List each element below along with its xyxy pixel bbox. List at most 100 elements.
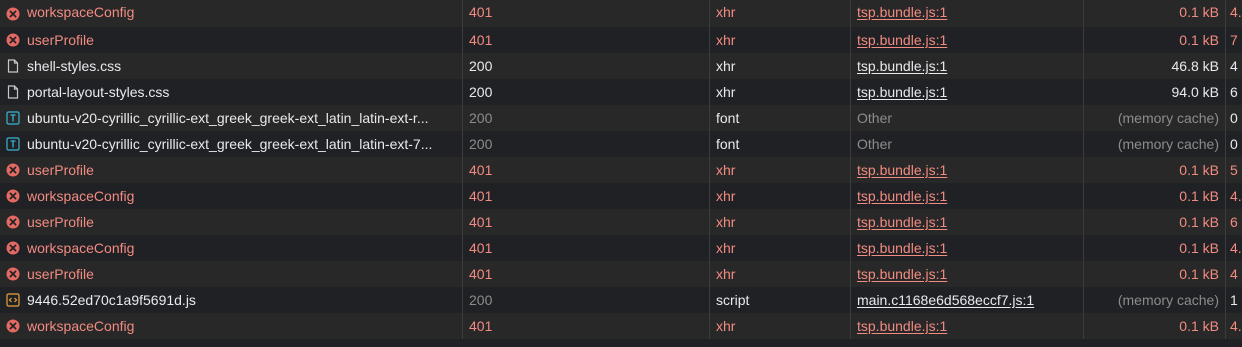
column-divider — [1225, 131, 1226, 157]
status-code: 401 — [469, 240, 493, 256]
request-name-cell[interactable]: workspaceConfig — [0, 0, 462, 27]
request-row[interactable]: shell-styles.css 200 xhr tsp.bundle.js:1 46.… — [0, 53, 1242, 79]
request-name: portal-layout-styles.css — [27, 84, 170, 100]
column-divider — [1225, 235, 1226, 261]
column-divider — [850, 27, 851, 53]
request-name: ubuntu-v20-cyrillic_cyrillic-ext_greek_g… — [27, 110, 429, 126]
initiator-link[interactable]: tsp.bundle.js:1 — [851, 157, 1083, 183]
request-type: xhr — [716, 162, 736, 178]
initiator-link[interactable]: tsp.bundle.js:1 — [851, 27, 1083, 53]
request-name-cell[interactable]: userProfile — [0, 209, 462, 235]
column-divider — [1225, 157, 1226, 183]
transfer-size: 0.1 kB — [1179, 318, 1219, 334]
column-divider — [850, 131, 851, 157]
error-icon — [6, 241, 20, 255]
font-icon — [6, 111, 20, 125]
column-divider — [850, 209, 851, 235]
request-name-cell[interactable]: 9446.52ed70c1a9f5691d.js — [0, 287, 462, 313]
initiator-link[interactable]: tsp.bundle.js:1 — [851, 0, 1083, 27]
request-name-cell[interactable]: ubuntu-v20-cyrillic_cyrillic-ext_greek_g… — [0, 105, 462, 131]
request-time: 4. — [1230, 4, 1242, 20]
request-row[interactable]: ubuntu-v20-cyrillic_cyrillic-ext_greek_g… — [0, 105, 1242, 131]
status-code: 401 — [469, 188, 493, 204]
initiator-link[interactable]: tsp.bundle.js:1 — [851, 261, 1083, 287]
column-divider — [1083, 235, 1084, 261]
request-type: xhr — [716, 240, 736, 256]
column-divider — [1083, 209, 1084, 235]
request-name-cell[interactable]: userProfile — [0, 27, 462, 53]
request-name: userProfile — [27, 214, 94, 230]
request-name-cell[interactable]: workspaceConfig — [0, 235, 462, 261]
request-row[interactable]: workspaceConfig 401 xhr tsp.bundle.js:1 0.1 … — [0, 235, 1242, 261]
transfer-size: (memory cache) — [1117, 292, 1219, 308]
request-time: 4 — [1230, 58, 1238, 74]
request-type: xhr — [716, 214, 736, 230]
request-name-cell[interactable]: ubuntu-v20-cyrillic_cyrillic-ext_greek_g… — [0, 131, 462, 157]
script-icon — [6, 293, 20, 307]
request-row[interactable]: userProfile 401 xhr tsp.bundle.js:1 0.1 kB 4 — [0, 261, 1242, 287]
request-name-cell[interactable]: shell-styles.css — [0, 53, 462, 79]
request-row[interactable]: userProfile 401 xhr tsp.bundle.js:1 0.1 kB 5 — [0, 157, 1242, 183]
initiator-link[interactable]: tsp.bundle.js:1 — [851, 79, 1083, 105]
column-divider — [462, 131, 463, 157]
request-name-cell[interactable]: userProfile — [0, 157, 462, 183]
request-row[interactable]: 9446.52ed70c1a9f5691d.js 200 script main.c1… — [0, 287, 1242, 313]
initiator-link[interactable]: tsp.bundle.js:1 — [851, 209, 1083, 235]
document-icon — [7, 59, 19, 73]
request-time: 6 — [1230, 84, 1238, 100]
initiator-text: Other — [857, 136, 893, 152]
request-row[interactable]: workspaceConfig 401 xhr tsp.bundle.js:1 0.1 … — [0, 0, 1242, 27]
column-divider — [850, 261, 851, 287]
column-divider — [709, 313, 710, 339]
request-name: userProfile — [27, 266, 94, 282]
column-divider — [1083, 261, 1084, 287]
error-icon — [6, 163, 20, 177]
request-row[interactable]: ubuntu-v20-cyrillic_cyrillic-ext_greek_g… — [0, 131, 1242, 157]
column-divider — [462, 105, 463, 131]
request-row[interactable]: workspaceConfig 401 xhr tsp.bundle.js:1 0.1 … — [0, 183, 1242, 209]
error-icon — [6, 189, 20, 203]
request-time: 4. — [1230, 240, 1242, 256]
request-type: xhr — [716, 4, 736, 20]
column-divider — [709, 235, 710, 261]
transfer-size: 0.1 kB — [1179, 266, 1219, 282]
initiator-link[interactable]: tsp.bundle.js:1 — [851, 53, 1083, 79]
transfer-size: 0.1 kB — [1179, 32, 1219, 48]
column-divider — [1083, 313, 1084, 339]
request-name: shell-styles.css — [27, 58, 122, 74]
column-divider — [709, 53, 710, 79]
initiator-link[interactable]: tsp.bundle.js:1 — [851, 235, 1083, 261]
column-divider — [1225, 313, 1226, 339]
column-divider — [1083, 79, 1084, 105]
column-divider — [709, 27, 710, 53]
column-divider — [1225, 0, 1226, 27]
error-icon — [6, 33, 20, 47]
status-code: 200 — [469, 58, 493, 74]
request-name-cell[interactable]: portal-layout-styles.css — [0, 79, 462, 105]
status-code: 401 — [469, 162, 493, 178]
column-divider — [709, 209, 710, 235]
request-row[interactable]: workspaceConfig 401 xhr tsp.bundle.js:1 0.1 … — [0, 313, 1242, 339]
column-divider — [1083, 53, 1084, 79]
column-divider — [462, 287, 463, 313]
column-divider — [462, 313, 463, 339]
column-divider — [709, 157, 710, 183]
request-row[interactable]: userProfile 401 xhr tsp.bundle.js:1 0.1 kB 7 — [0, 27, 1242, 53]
column-divider — [1225, 209, 1226, 235]
request-type: xhr — [716, 58, 736, 74]
request-row[interactable]: portal-layout-styles.css 200 xhr tsp.bundle… — [0, 79, 1242, 105]
initiator-link[interactable]: tsp.bundle.js:1 — [851, 183, 1083, 209]
request-name-cell[interactable]: workspaceConfig — [0, 183, 462, 209]
request-name-cell[interactable]: workspaceConfig — [0, 313, 462, 339]
request-type: xhr — [716, 318, 736, 334]
initiator-link[interactable]: tsp.bundle.js:1 — [851, 313, 1083, 339]
font-icon — [6, 137, 20, 151]
initiator-link[interactable]: main.c1168e6d568eccf7.js:1 — [851, 287, 1083, 313]
request-time: 4 — [1230, 266, 1238, 282]
status-code: 401 — [469, 318, 493, 334]
request-type: font — [716, 136, 740, 152]
request-name: workspaceConfig — [27, 188, 135, 204]
request-row[interactable]: userProfile 401 xhr tsp.bundle.js:1 0.1 kB 6 — [0, 209, 1242, 235]
request-name-cell[interactable]: userProfile — [0, 261, 462, 287]
column-divider — [709, 0, 710, 27]
